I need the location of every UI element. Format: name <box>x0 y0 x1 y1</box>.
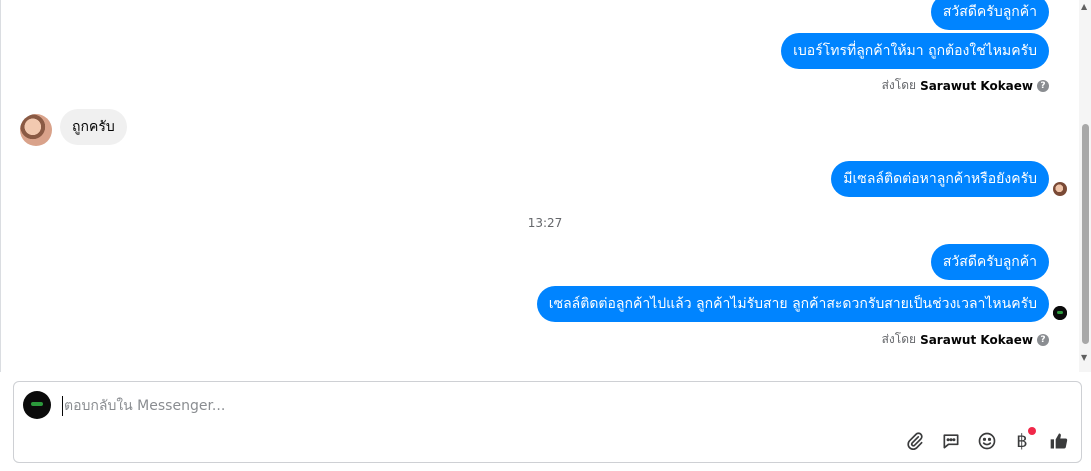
question-icon[interactable]: ? <box>1037 79 1049 92</box>
saved-replies-icon[interactable] <box>939 429 963 453</box>
message-outgoing[interactable]: สวัสดีครับลูกค้า <box>930 244 1049 280</box>
sent-by-label: ส่งโดย Sarawut Kokaew ? <box>882 330 1049 349</box>
message-outgoing[interactable]: เบอร์โทรที่ลูกค้าให้มา ถูกต้องใช่ไหมครับ <box>781 33 1049 69</box>
attachment-icon[interactable] <box>903 429 927 453</box>
emoji-icon[interactable] <box>975 429 999 453</box>
seen-contact-avatar <box>1053 182 1067 196</box>
message-thread: สวัสดีครับลูกค้า เบอร์โทรที่ลูกค้าให้มา … <box>0 0 1078 372</box>
message-outgoing[interactable]: สวัสดีครับลูกค้า <box>930 0 1049 30</box>
like-icon[interactable] <box>1047 429 1071 453</box>
sent-by-label: ส่งโดย Sarawut Kokaew ? <box>882 76 1049 95</box>
scroll-down-arrow-icon[interactable]: ▼ <box>1081 354 1087 362</box>
scroll-up-arrow-icon[interactable]: ▲ <box>1081 3 1087 11</box>
seen-page-avatar <box>1053 306 1067 320</box>
contact-avatar[interactable] <box>20 114 52 146</box>
message-outgoing[interactable]: เซลล์ติดต่อลูกค้าไปแล้ว ลูกค้าไม่รับสาย … <box>536 286 1049 322</box>
reply-input[interactable]: ตอบกลับใน Messenger... <box>62 396 862 416</box>
page-avatar <box>23 391 51 419</box>
message-outgoing[interactable]: มีเซลล์ติดต่อหาลูกค้าหรือยังครับ <box>831 161 1049 197</box>
message-timestamp: 13:27 <box>527 216 563 230</box>
notification-dot <box>1028 427 1036 435</box>
message-incoming[interactable]: ถูกครับ <box>60 109 127 145</box>
scrollbar[interactable]: ▲ ▼ <box>1079 0 1091 372</box>
scrollbar-thumb[interactable] <box>1082 124 1089 344</box>
reply-composer: ตอบกลับใน Messenger... ฿ <box>13 381 1082 463</box>
question-icon[interactable]: ? <box>1037 333 1049 346</box>
